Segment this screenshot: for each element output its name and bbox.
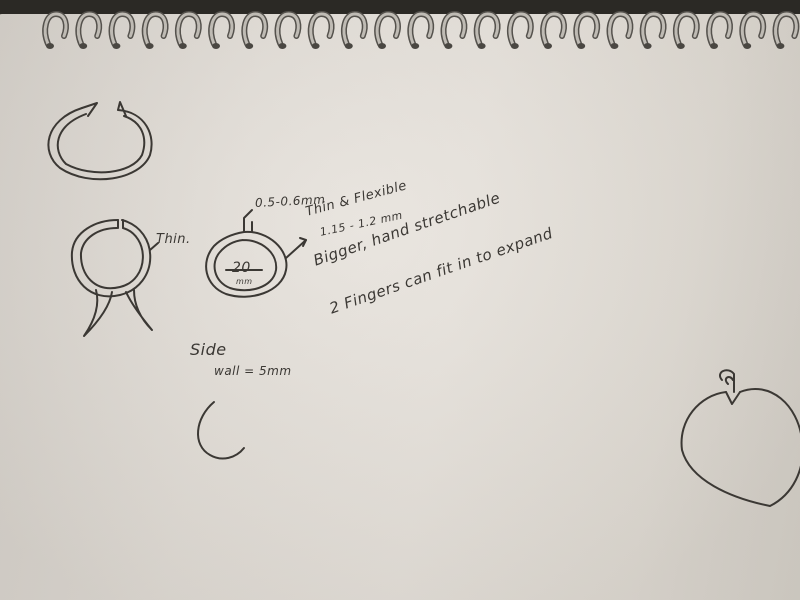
ring-sketch-measured	[205, 209, 307, 298]
ring-sketch-with-fangs	[70, 219, 159, 337]
annotation-thin-left: Thin.	[156, 232, 191, 247]
sketch-drawings	[47, 101, 800, 507]
annotation-side-label: Side	[190, 340, 227, 359]
annotation-size-value: 20	[232, 260, 251, 276]
heart-sketch	[680, 369, 800, 507]
side-view-sketch	[197, 401, 245, 460]
photo-scene: Thin. 0.5-0.6mm Thin & Flexible 1.15 - 1…	[0, 0, 800, 600]
ring-sketch-top	[47, 101, 153, 181]
annotation-wall: wall = 5mm	[214, 364, 292, 378]
annotation-size-unit: mm	[236, 277, 253, 286]
